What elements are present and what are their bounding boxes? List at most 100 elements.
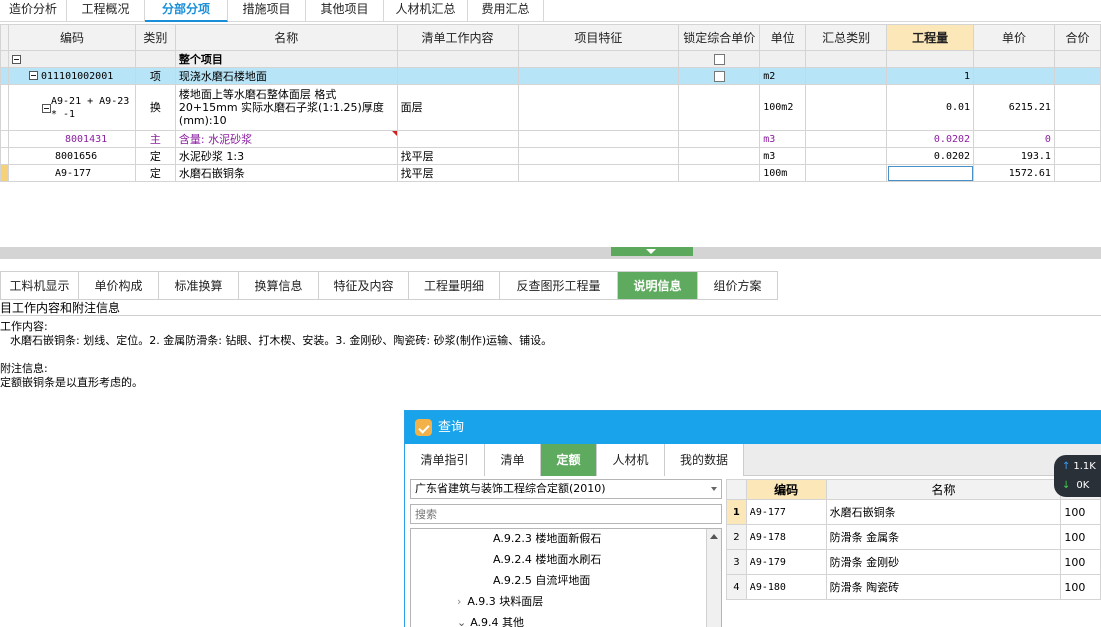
tab-reverse-graphic-quantity[interactable]: 反查图形工程量 bbox=[500, 271, 618, 300]
tree-item[interactable]: A.9.2.3 楼地面新假石 bbox=[493, 529, 601, 549]
tree-item[interactable]: A.9.2.5 自流坪地面 bbox=[493, 571, 590, 591]
grid-header-unit[interactable]: 单位 bbox=[759, 24, 807, 51]
tree-item[interactable]: A.9.2.4 楼地面水刷石 bbox=[493, 550, 601, 570]
grid-header-features[interactable]: 项目特征 bbox=[517, 24, 680, 51]
table-row[interactable]: 3 A9-179 防滑条 金刚砂 100 bbox=[726, 549, 1101, 575]
table-row[interactable]: 8001431 主 含量: 水泥砂浆 m3 0.0202 0 bbox=[0, 130, 1101, 148]
cell-summary[interactable] bbox=[805, 67, 888, 85]
result-unit[interactable]: 100 bbox=[1060, 549, 1101, 575]
cell-work[interactable] bbox=[396, 67, 519, 85]
result-name[interactable]: 防滑条 陶瓷砖 bbox=[825, 574, 1062, 600]
cell-code[interactable]: A9-177 bbox=[7, 164, 136, 182]
result-unit[interactable]: 100 bbox=[1060, 524, 1101, 550]
table-row[interactable]: 2 A9-178 防滑条 金属条 100 bbox=[726, 524, 1101, 550]
lock-price-checkbox[interactable] bbox=[713, 71, 725, 82]
network-speed-widget[interactable]: ↑ 1.1K ↓ 0K bbox=[1054, 455, 1101, 497]
chevron-down-icon[interactable]: ⌄ bbox=[457, 616, 466, 627]
grid-header-summary-type[interactable]: 汇总类别 bbox=[805, 24, 888, 51]
tree-scrollbar[interactable] bbox=[706, 529, 721, 627]
cell-unit[interactable]: 100m2 bbox=[759, 84, 807, 131]
cell-code[interactable]: 8001656 bbox=[7, 147, 136, 165]
cell-qty[interactable]: 0.0202 bbox=[886, 130, 975, 148]
tab-labor-material-display[interactable]: 工料机显示 bbox=[0, 271, 79, 300]
cell-name[interactable]: 水泥砂浆 1:3 bbox=[174, 147, 398, 165]
grid-header-type[interactable]: 类别 bbox=[134, 24, 176, 51]
cell-work[interactable]: 找平层 bbox=[396, 147, 519, 165]
result-code[interactable]: A9-180 bbox=[745, 574, 827, 600]
search-input[interactable] bbox=[410, 504, 722, 524]
tab-measure-items[interactable]: 措施项目 bbox=[228, 0, 306, 22]
cell-summary[interactable] bbox=[805, 84, 888, 131]
cell-work[interactable]: 面层 bbox=[396, 84, 519, 131]
tab-cost-analysis[interactable]: 造价分析 bbox=[0, 0, 67, 22]
result-code[interactable]: A9-177 bbox=[745, 499, 827, 525]
grid-header-name[interactable]: 名称 bbox=[174, 24, 398, 51]
quantity-input[interactable] bbox=[886, 164, 975, 182]
table-row[interactable]: 4 A9-180 防滑条 陶瓷砖 100 bbox=[726, 574, 1101, 600]
cell-qty[interactable] bbox=[886, 50, 975, 68]
collapse-icon[interactable] bbox=[28, 71, 38, 80]
tab-quota[interactable]: 定额 bbox=[541, 444, 597, 476]
cell-code[interactable]: 011101002001 bbox=[7, 67, 136, 85]
result-unit[interactable]: 100 bbox=[1060, 499, 1101, 525]
tab-bill-guide[interactable]: 清单指引 bbox=[405, 444, 485, 476]
tab-other-items[interactable]: 其他项目 bbox=[306, 0, 384, 22]
tab-labor-material-summary[interactable]: 人材机汇总 bbox=[384, 0, 468, 22]
tab-quantity-detail[interactable]: 工程量明细 bbox=[409, 271, 500, 300]
cell-work[interactable]: 找平层 bbox=[396, 164, 519, 182]
cell-type[interactable]: 换 bbox=[134, 84, 176, 131]
table-row[interactable]: A9-177 定 水磨石嵌铜条 找平层 100m 1572.61 bbox=[0, 164, 1101, 182]
tab-division-items[interactable]: 分部分项 bbox=[145, 0, 228, 22]
table-row[interactable]: 011101002001 项 现浇水磨石楼地面 m2 1 bbox=[0, 67, 1101, 85]
cell-name[interactable]: 整个项目 bbox=[174, 50, 398, 68]
tab-bill[interactable]: 清单 bbox=[485, 444, 541, 476]
cell-features[interactable] bbox=[517, 164, 680, 182]
cell-type[interactable]: 定 bbox=[134, 147, 176, 165]
cell-qty[interactable]: 0.01 bbox=[886, 84, 975, 131]
cell-features[interactable] bbox=[517, 84, 680, 131]
chevron-right-icon[interactable]: › bbox=[457, 595, 461, 608]
cell-summary[interactable] bbox=[805, 164, 888, 182]
tab-fee-summary[interactable]: 费用汇总 bbox=[468, 0, 544, 22]
table-row[interactable]: 整个项目 bbox=[0, 50, 1101, 68]
tab-unit-price-composition[interactable]: 单价构成 bbox=[79, 271, 159, 300]
cell-unit[interactable]: m3 bbox=[759, 130, 807, 148]
results-header-name[interactable]: 名称 bbox=[825, 479, 1062, 500]
collapse-icon[interactable] bbox=[41, 104, 51, 113]
grid-header-unit-price[interactable]: 单价 bbox=[973, 24, 1055, 51]
cell-price[interactable]: 1572.61 bbox=[973, 164, 1055, 182]
cell-price[interactable] bbox=[973, 50, 1055, 68]
cell-unit[interactable]: m2 bbox=[759, 67, 807, 85]
result-code[interactable]: A9-179 bbox=[745, 549, 827, 575]
cell-type[interactable]: 主 bbox=[134, 130, 176, 148]
scroll-up-icon[interactable] bbox=[710, 534, 718, 539]
tree-item[interactable]: › A.9.3 块料面层 bbox=[457, 592, 543, 612]
grid-header-work-content[interactable]: 清单工作内容 bbox=[396, 24, 519, 51]
cell-code[interactable]: A9-21 + A9-23 * -1 bbox=[7, 84, 136, 131]
cell-price[interactable]: 0 bbox=[973, 130, 1055, 148]
tree-item[interactable]: ⌄ A.9.4 其他 bbox=[457, 613, 524, 627]
grid-header-total[interactable]: 合价 bbox=[1053, 24, 1101, 51]
table-row[interactable]: 8001656 定 水泥砂浆 1:3 找平层 m3 0.0202 193.1 bbox=[0, 147, 1101, 165]
result-name[interactable]: 防滑条 金属条 bbox=[825, 524, 1062, 550]
grid-header-quantity[interactable]: 工程量 bbox=[886, 24, 975, 51]
cell-name[interactable]: 水磨石嵌铜条 bbox=[174, 164, 398, 182]
splitter-collapse-handle[interactable] bbox=[611, 247, 693, 256]
cell-summary[interactable] bbox=[805, 147, 888, 165]
tab-labor-material[interactable]: 人材机 bbox=[597, 444, 665, 476]
grid-header-lock-price[interactable]: 锁定综合单价 bbox=[678, 24, 761, 51]
tab-standard-conversion[interactable]: 标准换算 bbox=[159, 271, 239, 300]
quota-library-select[interactable]: 广东省建筑与装饰工程综合定额(2010) bbox=[410, 479, 722, 499]
tab-features-content[interactable]: 特征及内容 bbox=[319, 271, 409, 300]
cell-name[interactable]: 含量: 水泥砂浆 bbox=[174, 130, 398, 148]
tab-pricing-scheme[interactable]: 组价方案 bbox=[698, 271, 778, 300]
result-name[interactable]: 防滑条 金刚砂 bbox=[825, 549, 1062, 575]
cell-summary[interactable] bbox=[805, 50, 888, 68]
dialog-title-bar[interactable]: 查询 bbox=[405, 411, 1101, 444]
cell-unit[interactable]: 100m bbox=[759, 164, 807, 182]
cell-price[interactable] bbox=[973, 67, 1055, 85]
result-unit[interactable]: 100 bbox=[1060, 574, 1101, 600]
cell-price[interactable]: 193.1 bbox=[973, 147, 1055, 165]
cell-name[interactable]: 现浇水磨石楼地面 bbox=[174, 67, 398, 85]
result-name[interactable]: 水磨石嵌铜条 bbox=[825, 499, 1062, 525]
